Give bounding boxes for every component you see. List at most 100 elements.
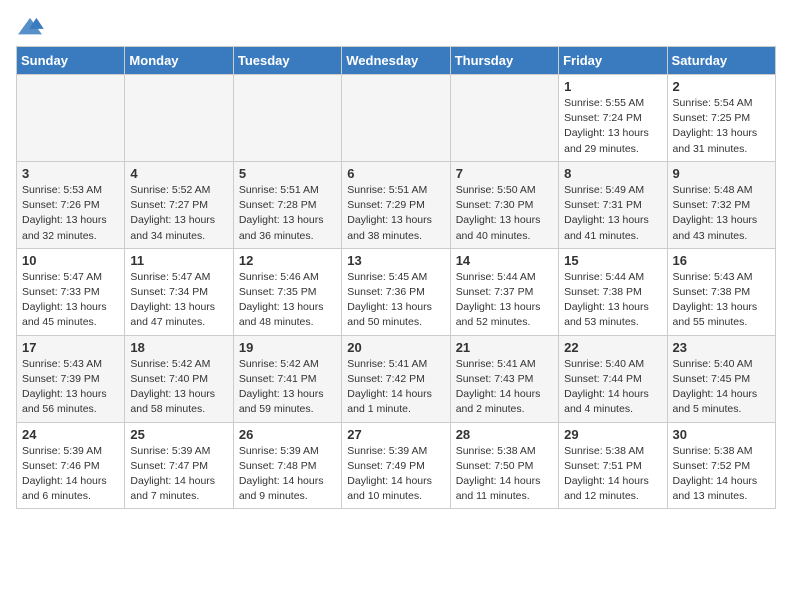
day-number: 29 bbox=[564, 427, 661, 442]
calendar-cell: 4Sunrise: 5:52 AM Sunset: 7:27 PM Daylig… bbox=[125, 161, 233, 248]
calendar-cell: 24 Sunrise: 5:39 AM Sunset: 7:46 PM Dayli… bbox=[17, 422, 125, 509]
calendar-cell bbox=[450, 75, 558, 162]
calendar-cell: 1 Sunrise: 5:55 AM Sunset: 7:24 PM Daylig… bbox=[559, 75, 667, 162]
header-day-thursday: Thursday bbox=[450, 47, 558, 75]
day-number: 8 bbox=[564, 166, 661, 181]
day-info: Sunrise: 5:46 AM Sunset: 7:35 PM Dayligh… bbox=[239, 270, 336, 331]
calendar-cell: 30Sunrise: 5:38 AM Sunset: 7:52 PM Dayli… bbox=[667, 422, 775, 509]
calendar-cell bbox=[17, 75, 125, 162]
day-info: Sunrise: 5:41 AM Sunset: 7:42 PM Dayligh… bbox=[347, 357, 444, 418]
calendar-cell: 7 Sunrise: 5:50 AM Sunset: 7:30 PM Daylig… bbox=[450, 161, 558, 248]
calendar-week-2: 3Sunrise: 5:53 AM Sunset: 7:26 PM Daylig… bbox=[17, 161, 776, 248]
day-info: Sunrise: 5:41 AM Sunset: 7:43 PM Dayligh… bbox=[456, 357, 553, 418]
day-number: 28 bbox=[456, 427, 553, 442]
calendar-cell: 16Sunrise: 5:43 AM Sunset: 7:38 PM Dayli… bbox=[667, 248, 775, 335]
day-info: Sunrise: 5:44 AM Sunset: 7:37 PM Dayligh… bbox=[456, 270, 553, 331]
calendar-cell: 11 Sunrise: 5:47 AM Sunset: 7:34 PM Dayli… bbox=[125, 248, 233, 335]
day-number: 18 bbox=[130, 340, 227, 355]
day-number: 24 bbox=[22, 427, 119, 442]
day-info: Sunrise: 5:47 AM Sunset: 7:34 PM Dayligh… bbox=[130, 270, 227, 331]
day-number: 6 bbox=[347, 166, 444, 181]
day-number: 26 bbox=[239, 427, 336, 442]
day-number: 9 bbox=[673, 166, 770, 181]
header-day-wednesday: Wednesday bbox=[342, 47, 450, 75]
calendar-cell: 28 Sunrise: 5:38 AM Sunset: 7:50 PM Dayli… bbox=[450, 422, 558, 509]
day-number: 20 bbox=[347, 340, 444, 355]
calendar-table: SundayMondayTuesdayWednesdayThursdayFrid… bbox=[16, 46, 776, 509]
calendar-cell: 14 Sunrise: 5:44 AM Sunset: 7:37 PM Dayli… bbox=[450, 248, 558, 335]
calendar-week-4: 17 Sunrise: 5:43 AM Sunset: 7:39 PM Dayli… bbox=[17, 335, 776, 422]
day-info: Sunrise: 5:39 AM Sunset: 7:46 PM Dayligh… bbox=[22, 444, 119, 505]
day-info: Sunrise: 5:39 AM Sunset: 7:47 PM Dayligh… bbox=[130, 444, 227, 505]
header-day-monday: Monday bbox=[125, 47, 233, 75]
day-number: 30 bbox=[673, 427, 770, 442]
header bbox=[16, 16, 776, 38]
calendar-cell: 5 Sunrise: 5:51 AM Sunset: 7:28 PM Daylig… bbox=[233, 161, 341, 248]
day-info: Sunrise: 5:38 AM Sunset: 7:51 PM Dayligh… bbox=[564, 444, 661, 505]
calendar-header-row: SundayMondayTuesdayWednesdayThursdayFrid… bbox=[17, 47, 776, 75]
day-number: 11 bbox=[130, 253, 227, 268]
day-info: Sunrise: 5:40 AM Sunset: 7:45 PM Dayligh… bbox=[673, 357, 770, 418]
calendar-cell: 17 Sunrise: 5:43 AM Sunset: 7:39 PM Dayli… bbox=[17, 335, 125, 422]
day-number: 13 bbox=[347, 253, 444, 268]
header-day-tuesday: Tuesday bbox=[233, 47, 341, 75]
day-number: 12 bbox=[239, 253, 336, 268]
day-info: Sunrise: 5:51 AM Sunset: 7:29 PM Dayligh… bbox=[347, 183, 444, 244]
day-number: 10 bbox=[22, 253, 119, 268]
calendar-cell: 12 Sunrise: 5:46 AM Sunset: 7:35 PM Dayli… bbox=[233, 248, 341, 335]
day-info: Sunrise: 5:45 AM Sunset: 7:36 PM Dayligh… bbox=[347, 270, 444, 331]
calendar-cell: 8 Sunrise: 5:49 AM Sunset: 7:31 PM Daylig… bbox=[559, 161, 667, 248]
calendar-week-1: 1 Sunrise: 5:55 AM Sunset: 7:24 PM Daylig… bbox=[17, 75, 776, 162]
calendar-cell: 2 Sunrise: 5:54 AM Sunset: 7:25 PM Daylig… bbox=[667, 75, 775, 162]
day-info: Sunrise: 5:42 AM Sunset: 7:40 PM Dayligh… bbox=[130, 357, 227, 418]
day-info: Sunrise: 5:48 AM Sunset: 7:32 PM Dayligh… bbox=[673, 183, 770, 244]
day-info: Sunrise: 5:54 AM Sunset: 7:25 PM Dayligh… bbox=[673, 96, 770, 157]
day-number: 14 bbox=[456, 253, 553, 268]
calendar-week-5: 24 Sunrise: 5:39 AM Sunset: 7:46 PM Dayli… bbox=[17, 422, 776, 509]
day-info: Sunrise: 5:50 AM Sunset: 7:30 PM Dayligh… bbox=[456, 183, 553, 244]
day-info: Sunrise: 5:55 AM Sunset: 7:24 PM Dayligh… bbox=[564, 96, 661, 157]
day-info: Sunrise: 5:43 AM Sunset: 7:39 PM Dayligh… bbox=[22, 357, 119, 418]
logo bbox=[16, 16, 48, 38]
header-day-friday: Friday bbox=[559, 47, 667, 75]
day-info: Sunrise: 5:40 AM Sunset: 7:44 PM Dayligh… bbox=[564, 357, 661, 418]
day-number: 19 bbox=[239, 340, 336, 355]
day-number: 21 bbox=[456, 340, 553, 355]
day-info: Sunrise: 5:42 AM Sunset: 7:41 PM Dayligh… bbox=[239, 357, 336, 418]
day-info: Sunrise: 5:49 AM Sunset: 7:31 PM Dayligh… bbox=[564, 183, 661, 244]
day-info: Sunrise: 5:51 AM Sunset: 7:28 PM Dayligh… bbox=[239, 183, 336, 244]
day-number: 23 bbox=[673, 340, 770, 355]
day-number: 16 bbox=[673, 253, 770, 268]
day-number: 7 bbox=[456, 166, 553, 181]
calendar-cell: 19 Sunrise: 5:42 AM Sunset: 7:41 PM Dayli… bbox=[233, 335, 341, 422]
calendar-cell: 27Sunrise: 5:39 AM Sunset: 7:49 PM Dayli… bbox=[342, 422, 450, 509]
calendar-cell: 23 Sunrise: 5:40 AM Sunset: 7:45 PM Dayli… bbox=[667, 335, 775, 422]
day-number: 17 bbox=[22, 340, 119, 355]
logo-icon bbox=[16, 16, 44, 38]
day-number: 25 bbox=[130, 427, 227, 442]
calendar-cell: 22Sunrise: 5:40 AM Sunset: 7:44 PM Dayli… bbox=[559, 335, 667, 422]
day-info: Sunrise: 5:47 AM Sunset: 7:33 PM Dayligh… bbox=[22, 270, 119, 331]
day-number: 27 bbox=[347, 427, 444, 442]
calendar-cell: 15Sunrise: 5:44 AM Sunset: 7:38 PM Dayli… bbox=[559, 248, 667, 335]
calendar-cell: 26Sunrise: 5:39 AM Sunset: 7:48 PM Dayli… bbox=[233, 422, 341, 509]
calendar-cell bbox=[342, 75, 450, 162]
day-number: 3 bbox=[22, 166, 119, 181]
calendar-week-3: 10 Sunrise: 5:47 AM Sunset: 7:33 PM Dayli… bbox=[17, 248, 776, 335]
calendar-cell: 21 Sunrise: 5:41 AM Sunset: 7:43 PM Dayli… bbox=[450, 335, 558, 422]
day-number: 2 bbox=[673, 79, 770, 94]
calendar-cell: 18 Sunrise: 5:42 AM Sunset: 7:40 PM Dayli… bbox=[125, 335, 233, 422]
calendar-cell: 9 Sunrise: 5:48 AM Sunset: 7:32 PM Daylig… bbox=[667, 161, 775, 248]
day-number: 1 bbox=[564, 79, 661, 94]
day-number: 15 bbox=[564, 253, 661, 268]
day-info: Sunrise: 5:38 AM Sunset: 7:50 PM Dayligh… bbox=[456, 444, 553, 505]
calendar-cell: 3Sunrise: 5:53 AM Sunset: 7:26 PM Daylig… bbox=[17, 161, 125, 248]
calendar-cell: 13 Sunrise: 5:45 AM Sunset: 7:36 PM Dayli… bbox=[342, 248, 450, 335]
header-day-sunday: Sunday bbox=[17, 47, 125, 75]
calendar-cell: 6 Sunrise: 5:51 AM Sunset: 7:29 PM Daylig… bbox=[342, 161, 450, 248]
calendar-cell: 25 Sunrise: 5:39 AM Sunset: 7:47 PM Dayli… bbox=[125, 422, 233, 509]
day-info: Sunrise: 5:52 AM Sunset: 7:27 PM Dayligh… bbox=[130, 183, 227, 244]
calendar-cell: 29 Sunrise: 5:38 AM Sunset: 7:51 PM Dayli… bbox=[559, 422, 667, 509]
calendar-cell: 10 Sunrise: 5:47 AM Sunset: 7:33 PM Dayli… bbox=[17, 248, 125, 335]
day-number: 5 bbox=[239, 166, 336, 181]
